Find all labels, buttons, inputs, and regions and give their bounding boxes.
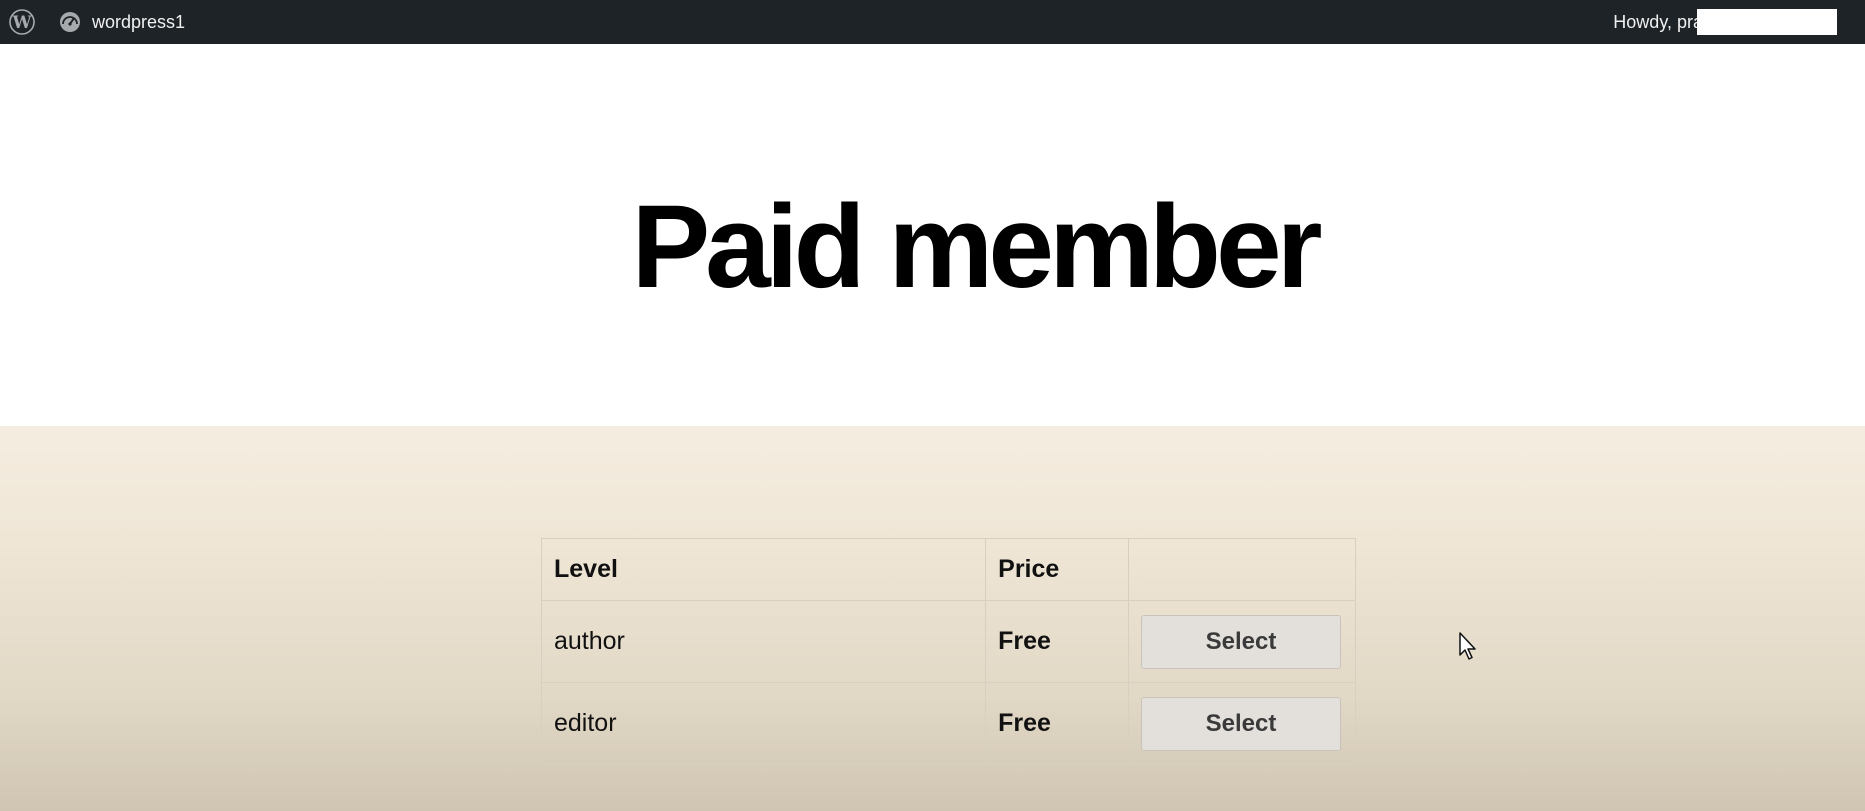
level-name: author bbox=[540, 600, 987, 683]
select-author-button[interactable]: Select bbox=[1141, 614, 1341, 669]
header-level: Level bbox=[540, 538, 987, 601]
page-title: Paid member bbox=[631, 181, 1322, 313]
action-cell: Select bbox=[1128, 682, 1356, 765]
my-account[interactable]: Howdy, pra bbox=[1613, 0, 1843, 44]
howdy-text: Howdy, pra bbox=[1613, 11, 1703, 32]
level-name: editor bbox=[540, 682, 987, 765]
mouse-cursor-icon bbox=[1458, 631, 1478, 661]
redacted-username bbox=[1697, 9, 1837, 35]
dashboard-gauge-icon bbox=[58, 10, 82, 34]
table-row: author Free Select bbox=[540, 600, 1356, 683]
level-price: Free bbox=[985, 682, 1129, 765]
admin-bar: W wordpress1 Howdy, pra bbox=[0, 0, 1865, 44]
level-price: Free bbox=[985, 600, 1129, 683]
header-action bbox=[1128, 538, 1356, 601]
table-row: editor Free Select bbox=[540, 682, 1356, 765]
site-name-link[interactable]: wordpress1 bbox=[44, 0, 193, 44]
wordpress-logo-icon[interactable]: W bbox=[0, 0, 44, 44]
action-cell: Select bbox=[1128, 600, 1356, 683]
content-area: Level Price author Free Select editor Fr… bbox=[0, 426, 1865, 811]
header-price: Price bbox=[985, 538, 1129, 601]
membership-levels-table: Level Price author Free Select editor Fr… bbox=[540, 538, 1356, 765]
svg-text:W: W bbox=[11, 13, 32, 33]
table-header-row: Level Price bbox=[540, 538, 1356, 601]
select-editor-button[interactable]: Select bbox=[1141, 696, 1341, 751]
site-name: wordpress1 bbox=[92, 11, 186, 32]
page-header: Paid member bbox=[0, 44, 1865, 426]
